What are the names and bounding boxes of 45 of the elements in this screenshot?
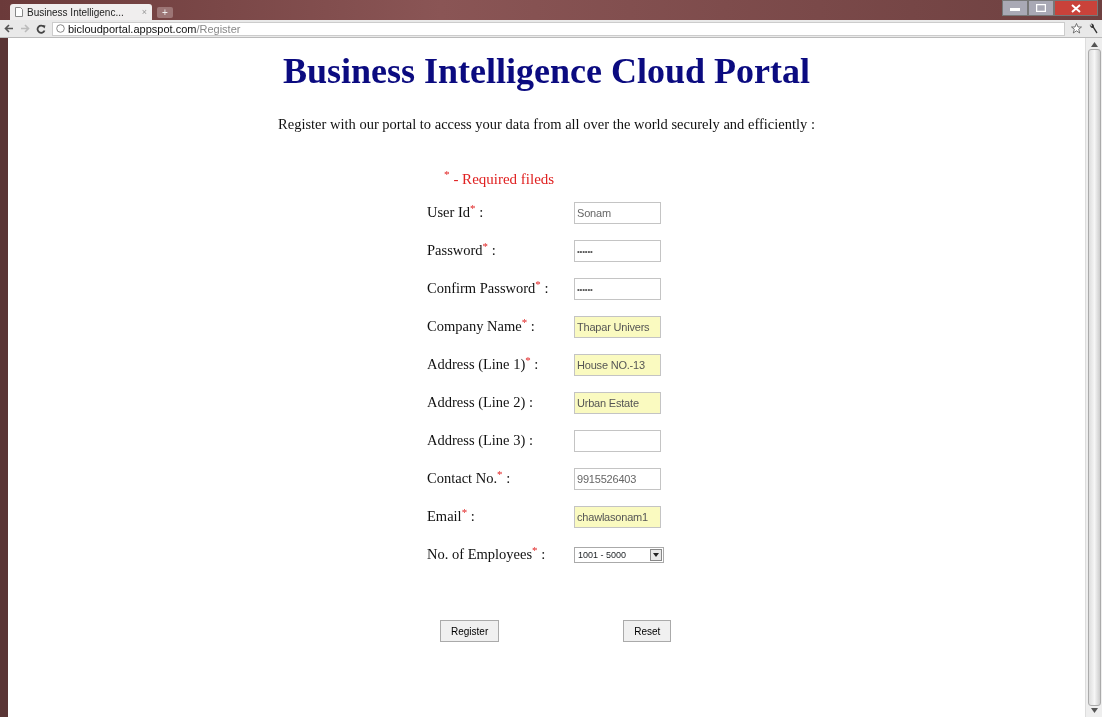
required-note: $^{*}$ - Required fileds — [444, 167, 556, 189]
password-field[interactable]: •••••• — [574, 278, 661, 301]
input-field[interactable]: Urban Estate — [574, 392, 661, 415]
password-field[interactable]: •••••• — [574, 240, 661, 263]
reload-icon[interactable] — [36, 23, 46, 34]
star-icon[interactable] — [1071, 23, 1082, 34]
field-label: Address (Line 1)$^{*}$ : — [427, 354, 540, 375]
field-label: Contact No.$^{*}$ : — [427, 468, 512, 489]
page-icon — [15, 7, 23, 17]
page-title: Business Intelligence Cloud Portal — [282, 50, 811, 93]
field-label: No. of Employees$^{*}$ : — [427, 544, 547, 565]
close-icon — [1071, 3, 1081, 13]
field-label: Confirm Password$^{*}$ : — [427, 278, 550, 299]
input-field[interactable]: chawlasonam1 — [574, 506, 661, 529]
form-button[interactable]: Register — [440, 620, 500, 643]
input-field[interactable] — [574, 430, 661, 453]
browser-tab[interactable]: Business Intelligenc... × — [10, 4, 152, 20]
minimize-button[interactable] — [1002, 0, 1028, 16]
field-label: Password$^{*}$ : — [427, 240, 497, 261]
maximize-button[interactable] — [1028, 0, 1054, 16]
minimize-icon — [1010, 5, 1020, 11]
input-field[interactable]: Sonam — [574, 202, 661, 225]
scroll-up-icon[interactable] — [1090, 42, 1098, 47]
field-label: Address (Line 2) : — [427, 393, 534, 413]
close-button[interactable] — [1054, 0, 1098, 16]
intro-text: Register with our portal to access your data from all over the world securely and efficiently : — [277, 114, 816, 134]
wrench-icon[interactable] — [1088, 23, 1098, 34]
tab-title: Business Intelligenc... — [27, 6, 124, 18]
scroll-down-icon[interactable] — [1090, 708, 1098, 713]
maximize-icon — [1036, 4, 1046, 12]
globe-icon — [56, 24, 65, 33]
address-bar[interactable]: bicloudportal.appspot.com/Register — [52, 21, 1065, 36]
back-icon[interactable] — [4, 24, 14, 33]
scrollbar[interactable] — [1085, 38, 1102, 717]
input-field[interactable]: Thapar Univers — [574, 316, 661, 339]
field-label: Email$^{*}$ : — [427, 506, 476, 527]
input-field[interactable]: House NO.-13 — [574, 354, 661, 377]
scroll-thumb[interactable] — [1087, 49, 1101, 706]
input-field[interactable]: 9915526403 — [574, 468, 661, 491]
field-label: User Id$^{*}$ : — [427, 202, 485, 223]
form-button[interactable]: Reset — [623, 620, 672, 643]
employees-dropdown[interactable]: 1001 - 5000 — [574, 547, 664, 564]
field-label: Address (Line 3) : — [427, 431, 534, 451]
field-label: Company Name$^{*}$ : — [427, 316, 536, 337]
url-text: bicloudportal.appspot.com/Register — [68, 22, 241, 35]
